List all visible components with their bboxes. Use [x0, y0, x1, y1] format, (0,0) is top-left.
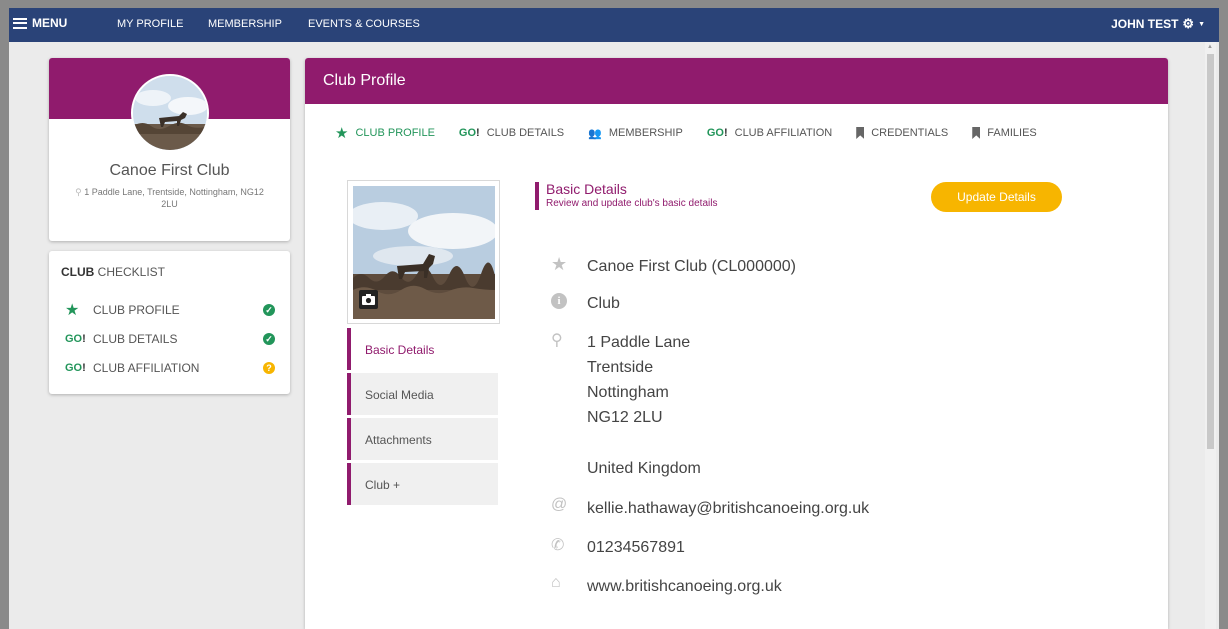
tab-club-affiliation[interactable]: GO! CLUB AFFILIATION: [707, 125, 832, 141]
nav-membership[interactable]: MEMBERSHIP: [208, 18, 282, 30]
star-icon: ★: [335, 125, 349, 142]
scroll-up-arrow-icon[interactable]: ▲: [1207, 44, 1213, 50]
section-title: Basic Details: [546, 181, 627, 197]
checklist-item-club-profile[interactable]: ★ CLUB PROFILE ✓: [65, 302, 275, 319]
checklist-item-label: CLUB AFFILIATION: [93, 361, 200, 375]
tab-membership[interactable]: 👥 MEMBERSHIP: [588, 125, 683, 141]
tab-label: FAMILIES: [987, 127, 1037, 139]
question-circle-icon: ?: [263, 362, 275, 374]
club-profile-panel: Club Profile ★ CLUB PROFILE GO! CLUB DET…: [305, 58, 1168, 629]
star-icon: ★: [65, 302, 80, 319]
info-icon: i: [551, 291, 587, 316]
at-icon: @: [551, 496, 568, 513]
detail-email: @ kellie.hathaway@britishcanoeing.org.uk: [551, 496, 869, 521]
gear-icon: ⚙: [1182, 16, 1195, 31]
checklist-item-label: CLUB DETAILS: [93, 332, 178, 346]
go-icon: GO!: [706, 127, 728, 139]
update-details-button[interactable]: Update Details: [931, 182, 1062, 212]
app-window: MENU MY PROFILE MEMBERSHIP EVENTS & COUR…: [9, 8, 1219, 629]
club-name-value: Canoe First Club (CL000000): [587, 258, 796, 275]
club-photo-frame: [347, 180, 500, 324]
sidenav-club-plus[interactable]: Club +: [347, 463, 498, 505]
section-subtitle: Review and update club's basic details: [546, 198, 718, 209]
details-sidenav: Basic Details Social Media Attachments C…: [347, 328, 498, 508]
checklist-title-rest: CHECKLIST: [94, 265, 166, 279]
club-address: ⚲ 1 Paddle Lane, Trentside, Nottingham, …: [69, 186, 270, 210]
tab-club-details[interactable]: GO! CLUB DETAILS: [459, 125, 564, 141]
website-value[interactable]: www.britishcanoeing.org.uk: [587, 574, 782, 599]
address-line-2: Trentside: [587, 359, 654, 376]
page-scrollbar[interactable]: ▲: [1205, 42, 1216, 629]
location-pin-icon: ⚲: [551, 332, 563, 349]
home-icon: ⌂: [551, 574, 561, 591]
detail-website: ⌂ www.britishcanoeing.org.uk: [551, 574, 782, 599]
checklist-title: CLUB CHECKLIST: [61, 265, 165, 279]
checklist-item-label: CLUB PROFILE: [93, 303, 180, 317]
club-address-text: 1 Paddle Lane, Trentside, Nottingham, NG…: [84, 187, 264, 209]
phone-value: 01234567891: [587, 539, 685, 556]
tab-label: CLUB PROFILE: [355, 127, 435, 139]
user-menu[interactable]: JOHN TEST ⚙ ▼: [1111, 16, 1205, 32]
country-value: United Kingdom: [587, 460, 701, 477]
club-name: Canoe First Club: [109, 162, 230, 179]
club-avatar: [131, 74, 209, 152]
club-type-value: Club: [587, 295, 620, 312]
nav-my-profile[interactable]: MY PROFILE: [117, 18, 183, 30]
address-line-1: 1 Paddle Lane: [587, 334, 691, 351]
camera-icon: [362, 294, 375, 305]
checklist-item-club-affiliation[interactable]: GO! CLUB AFFILIATION ?: [65, 361, 275, 375]
email-value[interactable]: kellie.hathaway@britishcanoeing.org.uk: [587, 496, 869, 521]
detail-address: ⚲ 1 Paddle Lane Trentside Nottingham NG1…: [551, 330, 690, 430]
hamburger-icon: [13, 17, 27, 29]
menu-label: MENU: [32, 16, 68, 30]
user-name: JOHN TEST: [1111, 17, 1179, 31]
go-icon: GO!: [458, 127, 480, 139]
change-photo-button[interactable]: [359, 290, 378, 309]
detail-club-name: ★ Canoe First Club (CL000000): [551, 254, 796, 279]
checklist-title-bold: CLUB: [61, 265, 95, 279]
detail-phone: ✆ 01234567891: [551, 535, 685, 560]
go-icon: GO!: [65, 333, 86, 345]
tab-families[interactable]: FAMILIES: [972, 125, 1037, 141]
tab-club-profile[interactable]: ★ CLUB PROFILE: [335, 125, 435, 142]
scrollbar-thumb[interactable]: [1207, 54, 1214, 449]
menu-button[interactable]: MENU: [13, 16, 67, 30]
location-pin-icon: ⚲: [75, 187, 82, 197]
tab-label: CREDENTIALS: [871, 127, 949, 139]
address-line-3: Nottingham: [587, 384, 669, 401]
caret-down-icon: ▼: [1198, 20, 1205, 28]
check-circle-icon: ✓: [263, 304, 275, 316]
detail-country: United Kingdom: [551, 456, 701, 481]
phone-icon: ✆: [551, 537, 565, 554]
bookmark-icon: [972, 127, 981, 139]
star-icon: ★: [551, 254, 568, 274]
address-line-4: NG12 2LU: [587, 409, 663, 426]
tab-label: CLUB DETAILS: [486, 127, 565, 139]
tab-credentials[interactable]: CREDENTIALS: [856, 125, 948, 141]
section-header: Basic Details Review and update club's b…: [535, 182, 717, 210]
bookmark-icon: [856, 127, 865, 139]
profile-card: Canoe First Club ⚲ 1 Paddle Lane, Trents…: [49, 58, 290, 241]
panel-title: Club Profile: [305, 58, 1168, 104]
profile-tabs: ★ CLUB PROFILE GO! CLUB DETAILS 👥 MEMBER…: [335, 125, 1061, 142]
club-checklist-card: CLUB CHECKLIST ★ CLUB PROFILE ✓ GO! CLUB…: [49, 251, 290, 394]
sidenav-basic-details[interactable]: Basic Details: [347, 328, 498, 370]
people-icon: 👥: [588, 127, 602, 140]
sidenav-social-media[interactable]: Social Media: [347, 373, 498, 415]
go-icon: GO!: [65, 362, 86, 374]
top-navbar: MENU MY PROFILE MEMBERSHIP EVENTS & COUR…: [9, 8, 1219, 42]
address-lines: 1 Paddle Lane Trentside Nottingham NG12 …: [587, 330, 690, 430]
tab-label: CLUB AFFILIATION: [734, 127, 833, 139]
checklist-item-club-details[interactable]: GO! CLUB DETAILS ✓: [65, 332, 275, 346]
sidenav-attachments[interactable]: Attachments: [347, 418, 498, 460]
tab-label: MEMBERSHIP: [608, 127, 683, 139]
check-circle-icon: ✓: [263, 333, 275, 345]
nav-events-courses[interactable]: EVENTS & COURSES: [308, 18, 420, 30]
detail-club-type: i Club: [551, 291, 620, 316]
